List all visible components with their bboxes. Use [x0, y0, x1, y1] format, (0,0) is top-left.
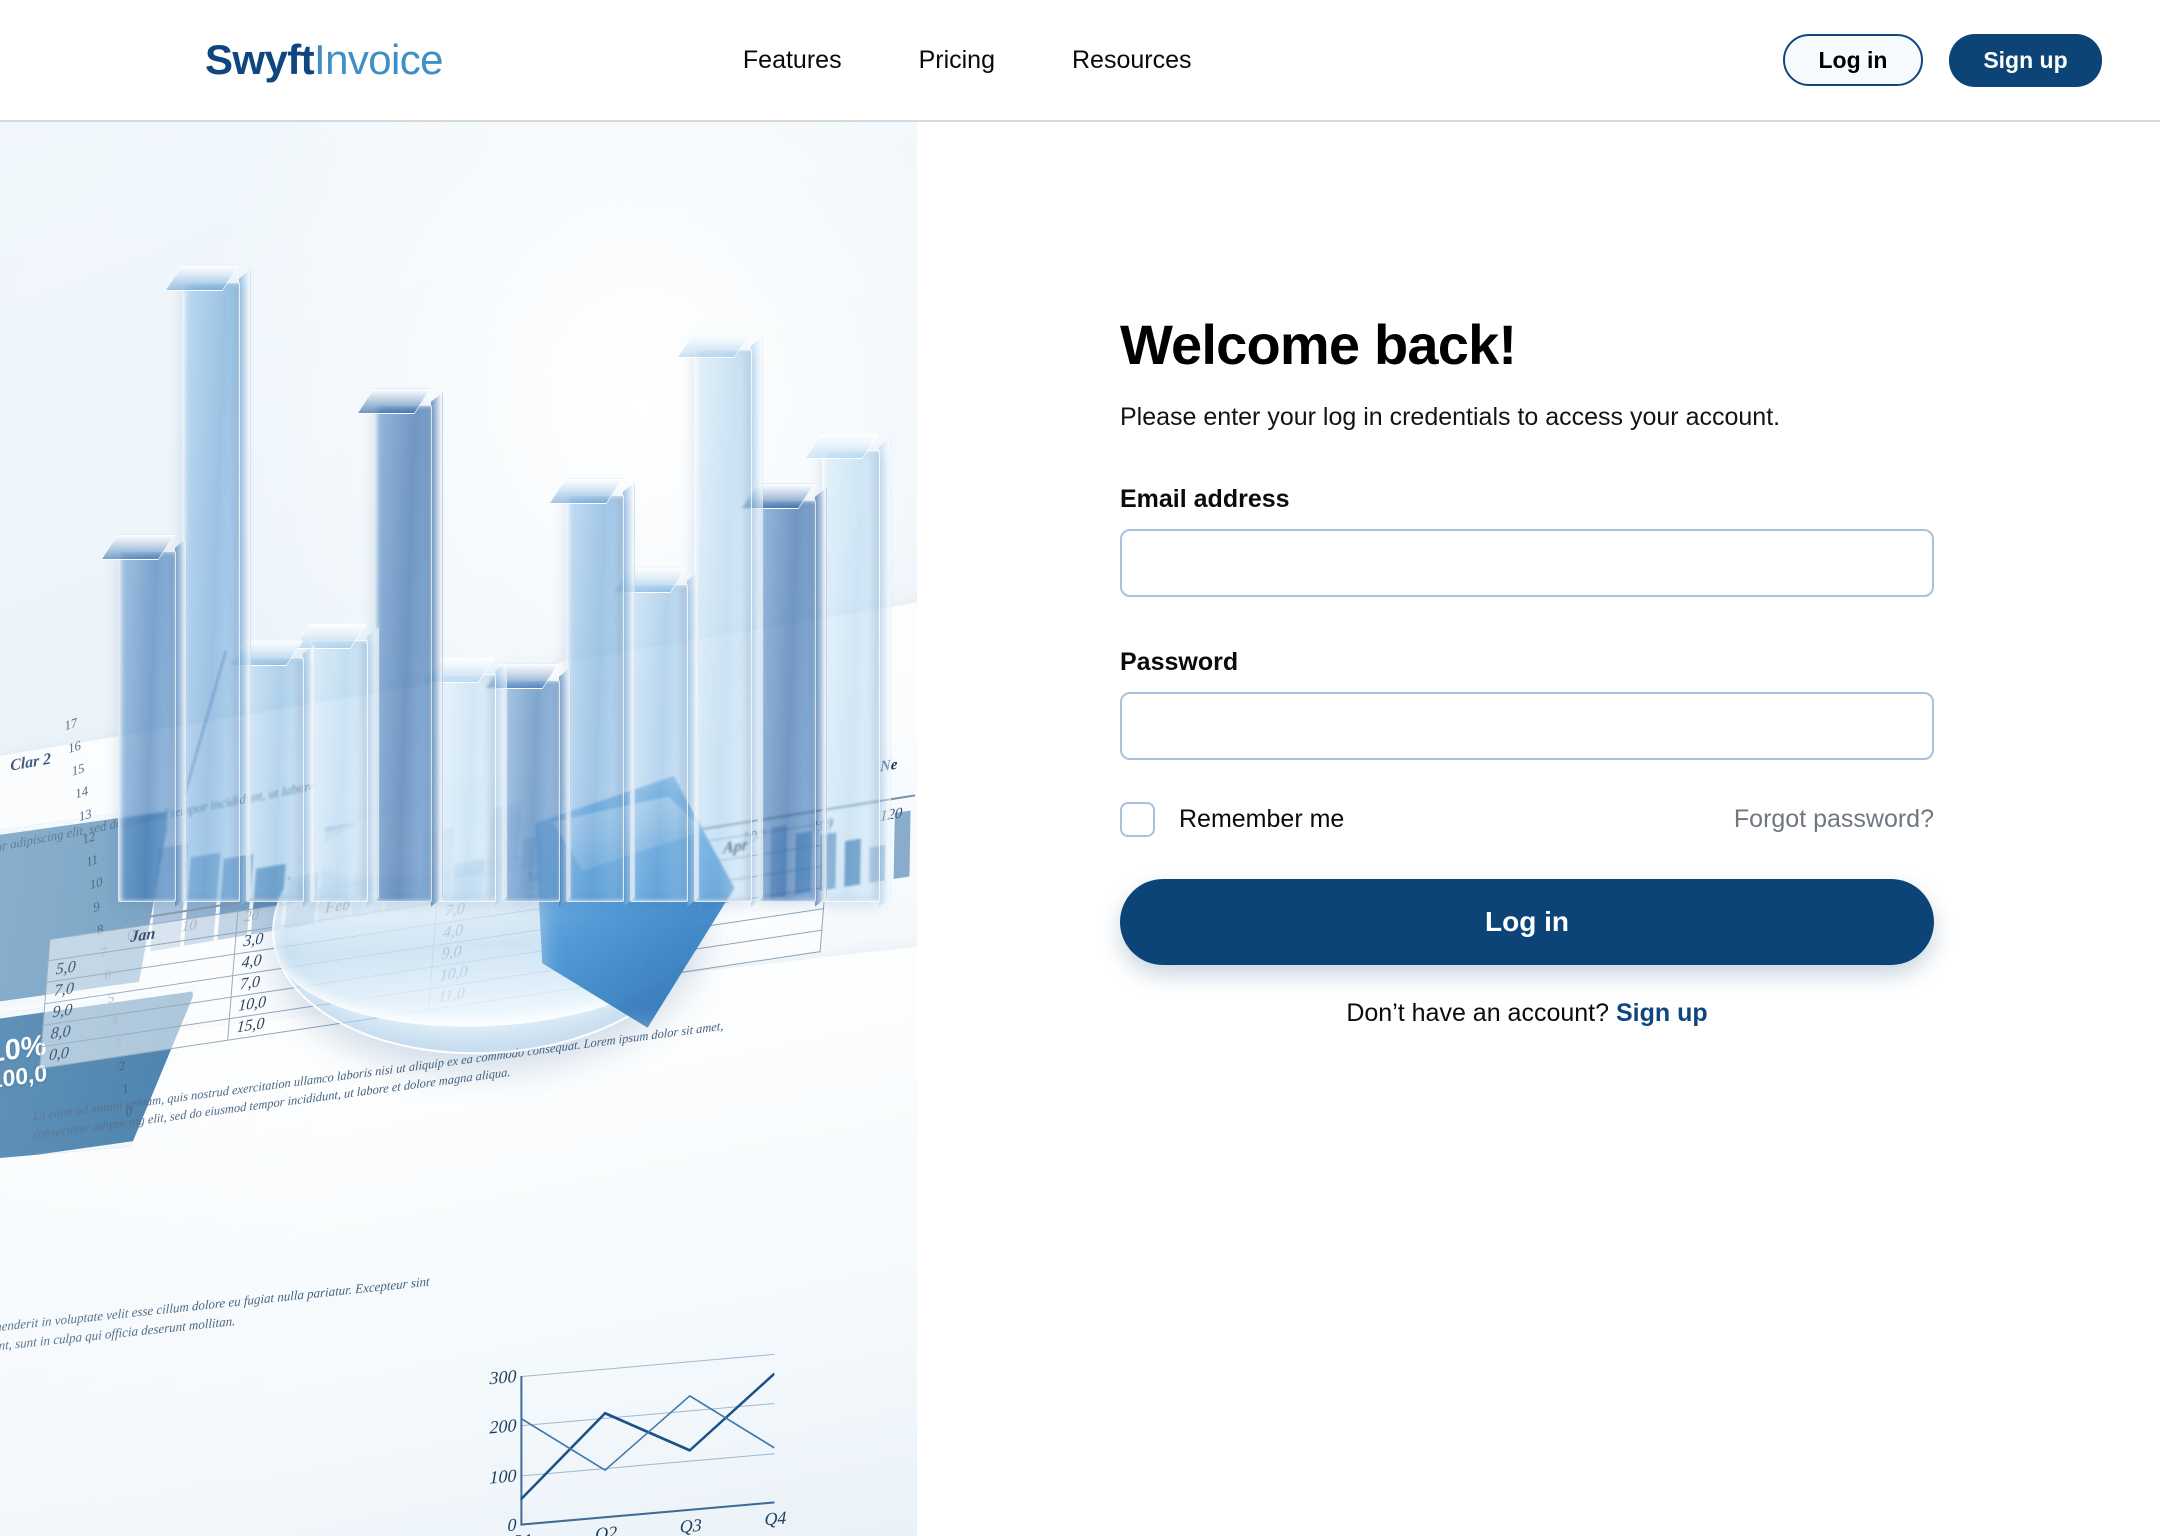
glass-bar-face	[566, 495, 624, 902]
glass-bar-side	[687, 571, 699, 907]
email-input[interactable]	[1120, 528, 1934, 597]
login-submit-button[interactable]: Log in	[1120, 878, 1934, 965]
glass-bar-side	[303, 644, 315, 907]
logo-text-primary: Swyft	[205, 36, 315, 83]
line-chart-y-label: 300	[489, 1365, 517, 1389]
glass-bar-side	[239, 269, 251, 907]
glass-bar-side	[175, 538, 187, 907]
remember-me-checkbox[interactable]	[1120, 801, 1155, 837]
login-form-panel: Welcome back! Please enter your log in c…	[917, 122, 2160, 1536]
glass-bar-face	[502, 680, 560, 902]
password-field-group: Password	[1120, 647, 1934, 760]
line-chart-line	[520, 1394, 775, 1472]
glass-bar-side	[623, 482, 635, 907]
form-options-row: Remember me Forgot password?	[1120, 801, 1934, 837]
glass-bar	[228, 640, 315, 907]
glass-bar-face	[246, 657, 304, 902]
glass-bar-side	[815, 487, 827, 907]
glass-bar-face	[310, 640, 368, 902]
glass-bar	[548, 478, 635, 907]
glass-bar	[356, 388, 443, 907]
glass-bar-face	[694, 349, 752, 902]
glass-bar-face	[630, 584, 688, 902]
glass-bar-face	[438, 674, 496, 902]
hero-illustration-panel: 30% 300,0 10% 100,0 Clar 2 lorem ipsum d…	[0, 122, 917, 1536]
remember-me-group[interactable]: Remember me	[1120, 801, 1345, 837]
glass-bar-face	[182, 282, 240, 902]
glass-bar-face	[758, 500, 816, 902]
glass-bar	[804, 433, 891, 907]
header-login-button[interactable]: Log in	[1783, 34, 1923, 86]
remember-me-label: Remember me	[1179, 804, 1345, 833]
forgot-password-link[interactable]: Forgot password?	[1734, 806, 1934, 832]
email-field-group: Email address	[1120, 484, 1934, 597]
line-chart-series	[520, 1372, 775, 1501]
glass-bar-side	[879, 437, 891, 907]
glass-bar	[740, 483, 827, 907]
y-tick-label: 2	[117, 1057, 126, 1074]
line-chart-line	[520, 1372, 775, 1501]
password-input[interactable]	[1120, 691, 1934, 760]
page-subtitle: Please enter your log in credentials to …	[1120, 403, 1781, 432]
page-body: 30% 300,0 10% 100,0 Clar 2 lorem ipsum d…	[0, 122, 2160, 1536]
glass-bar-face	[118, 551, 176, 902]
header-signup-button[interactable]: Sign up	[1949, 33, 2102, 87]
glass-bar-face	[374, 405, 432, 902]
nav-item-resources[interactable]: Resources	[1072, 47, 1192, 73]
line-chart-y-label: 200	[489, 1415, 517, 1438]
glass-bar-side	[751, 336, 763, 907]
y-tick-label: 1	[120, 1079, 130, 1097]
glass-bar-chart	[0, 122, 917, 907]
line-chart-y-label: 100	[489, 1464, 517, 1488]
line-chart-x-label: Q4	[764, 1507, 787, 1530]
line-chart-x-label: Q2	[595, 1522, 618, 1536]
page-title: Welcome back!	[1120, 313, 1517, 376]
glass-bar	[484, 663, 571, 907]
glass-bar	[164, 265, 251, 907]
login-page: SwyftInvoice Features Pricing Resources …	[0, 0, 2160, 1536]
glass-bar	[292, 623, 379, 907]
signup-link[interactable]: Sign up	[1616, 999, 1708, 1027]
line-chart-x-label: Q3	[679, 1514, 702, 1536]
main-nav: Features Pricing Resources	[743, 47, 1192, 73]
brand-logo[interactable]: SwyftInvoice	[205, 36, 444, 83]
header-auth-actions: Log in Sign up	[1783, 33, 2102, 87]
glass-bar	[676, 332, 763, 907]
glass-bar-side	[559, 667, 571, 907]
glass-bar	[100, 534, 187, 907]
glass-bar-side	[431, 392, 443, 907]
glass-bar-side	[367, 627, 379, 907]
email-label: Email address	[1120, 484, 1290, 513]
logo-text-secondary: Invoice	[314, 36, 443, 83]
glass-bar-face	[822, 450, 880, 902]
signup-prompt-row: Don’t have an account? Sign up	[1120, 998, 1934, 1027]
signup-prompt-text: Don’t have an account?	[1346, 998, 1610, 1027]
site-header: SwyftInvoice Features Pricing Resources …	[0, 0, 2160, 122]
glass-bar	[612, 567, 699, 907]
nav-item-pricing[interactable]: Pricing	[919, 47, 995, 73]
glass-bar	[420, 657, 507, 907]
nav-item-features[interactable]: Features	[743, 47, 842, 73]
password-label: Password	[1120, 647, 1239, 676]
printed-line-chart: 0100200300Q1Q2Q3Q4	[479, 1353, 786, 1536]
login-form: Welcome back! Please enter your log in c…	[1120, 315, 1934, 1026]
line-chart-x-label: Q1	[510, 1530, 532, 1536]
glass-bar-side	[495, 661, 507, 907]
